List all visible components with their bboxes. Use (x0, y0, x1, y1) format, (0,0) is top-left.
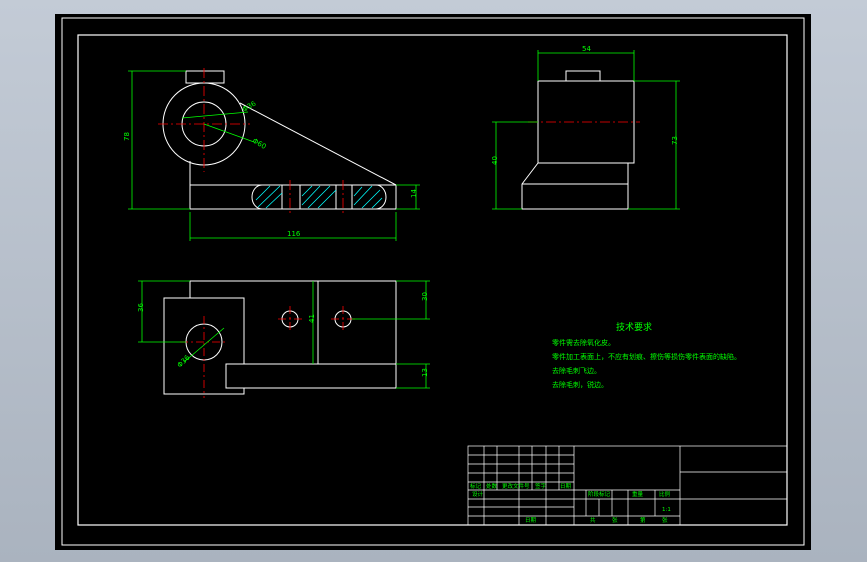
tb-stage-mark: 阶段标记 (588, 490, 611, 498)
tb-scale-value: 1:1 (662, 507, 671, 513)
front-dim-height: 78 (123, 132, 131, 141)
cad-viewport[interactable]: 78 116 14 Φ36 Φ60 54 73 40 36 41 30 13 Φ… (0, 0, 867, 562)
tech-note-line: 零件需去除氧化皮。 (552, 338, 615, 347)
top-dim-right-top: 30 (421, 292, 429, 301)
drawing-canvas[interactable]: 78 116 14 Φ36 Φ60 54 73 40 36 41 30 13 Φ… (0, 0, 867, 562)
tb-sheet-label-2: 张 (662, 516, 668, 524)
side-dim-top: 54 (582, 45, 591, 53)
tb-date: 日期 (525, 517, 537, 524)
tb-rev-date: 日期 (560, 483, 572, 490)
tb-rev-sign: 签字 (535, 482, 547, 490)
top-dim-mid: 41 (308, 314, 316, 323)
tb-weight: 重量 (632, 490, 644, 498)
top-dim-right-bottom: 13 (421, 368, 429, 377)
tb-rev-mark: 标记 (470, 482, 482, 490)
top-bottom-rib (225, 363, 397, 389)
front-dim-right: 14 (410, 189, 418, 198)
tb-sheet-no: 第 (640, 516, 646, 524)
side-dim-left: 40 (491, 156, 499, 165)
tech-note-line: 去除毛刺，锐边。 (552, 380, 608, 389)
tech-note-line: 零件加工表面上，不应有划痕、擦伤等损伤零件表面的缺陷。 (552, 352, 741, 361)
tb-sheet-total: 共 (590, 516, 596, 524)
tb-sheet-label: 张 (612, 516, 618, 524)
side-dim-right: 73 (671, 136, 679, 145)
tech-note-line: 去除毛刺飞边。 (552, 366, 601, 375)
top-dim-left: 36 (137, 303, 145, 312)
tech-notes-title: 技术要求 (616, 321, 652, 333)
tb-rev-count: 处数 (486, 482, 498, 490)
tb-scale: 比例 (659, 490, 671, 498)
front-dim-width: 116 (287, 230, 301, 238)
tb-designer: 设计 (472, 490, 484, 498)
tb-rev-file: 更改文件号 (502, 482, 530, 490)
drawing-sheet (55, 14, 811, 550)
